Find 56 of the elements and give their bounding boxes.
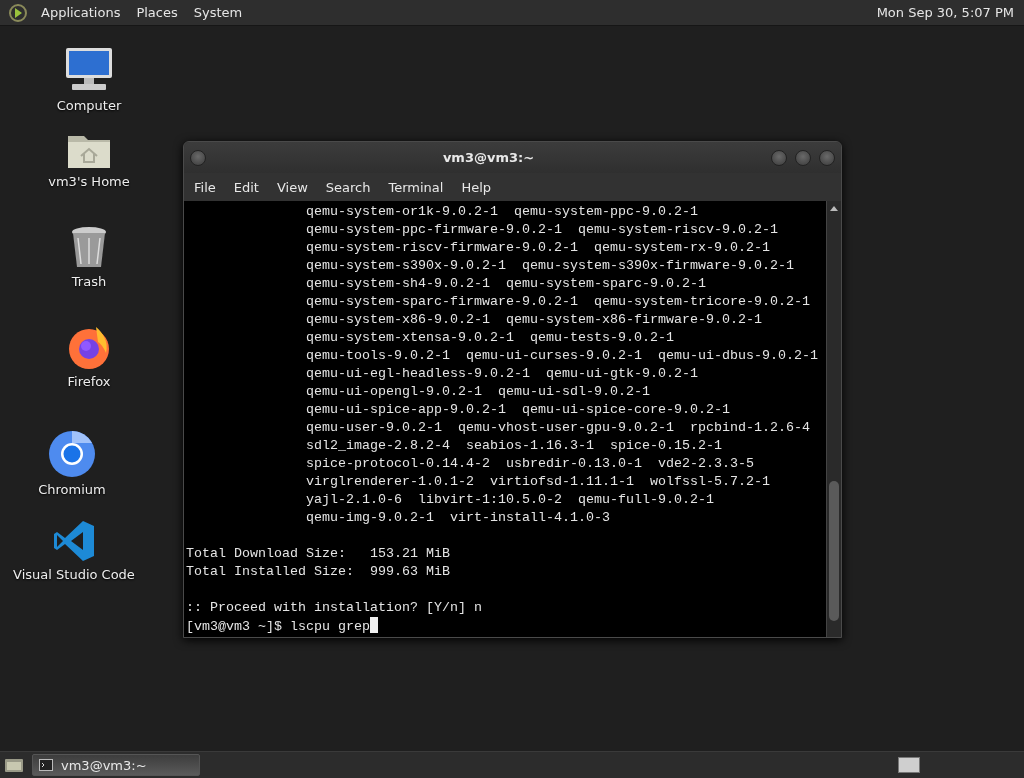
desktop-icon-label[interactable]: Visual Studio Code <box>13 567 135 582</box>
terminal-icon <box>39 759 53 771</box>
taskbar-button[interactable]: vm3@vm3:~ <box>32 754 200 776</box>
terminal-line: yajl-2.1.0-6 libvirt-1:10.5.0-2 qemu-full-9.0.2-1 <box>305 491 715 509</box>
scrollbar[interactable] <box>826 201 841 637</box>
close-button[interactable] <box>819 149 835 166</box>
desktop-icon-label[interactable]: Firefox <box>67 374 111 389</box>
menu-item[interactable]: Search <box>319 176 378 198</box>
terminal-prompt: [vm3@vm3 ~]$ lscpu grep <box>186 619 370 634</box>
terminal-line: qemu-system-sh4-9.0.2-1 qemu-system-sparc-9.0.2-1 <box>305 275 707 293</box>
terminal-line: qemu-system-s390x-9.0.2-1 qemu-system-s390x-firmware-9.0.2-1 <box>305 257 795 275</box>
window-title: vm3@vm3:~ <box>441 150 536 165</box>
firefox-icon <box>66 324 112 370</box>
chromium-icon <box>48 430 96 478</box>
terminal-line: qemu-system-xtensa-9.0.2-1 qemu-tests-9.0.2-1 <box>305 329 675 347</box>
menu-item[interactable]: Edit <box>227 176 266 198</box>
terminal-line: qemu-user-9.0.2-1 qemu-vhost-user-gpu-9.0.2-1 rpcbind-1.2.6-4 <box>305 419 811 437</box>
panel-menu[interactable]: Places <box>133 3 181 22</box>
distro-logo-icon[interactable] <box>8 2 28 23</box>
terminal-line: qemu-img-9.0.2-1 virt-install-4.1.0-3 <box>305 509 611 527</box>
desktop-icon-label[interactable]: Chromium <box>38 482 106 497</box>
terminal-line: qemu-ui-egl-headless-9.0.2-1 qemu-ui-gtk-9.0.2-1 <box>305 365 699 383</box>
window-menu-button[interactable] <box>190 149 206 166</box>
terminal-line: :: Proceed with installation? [Y/n] n <box>186 599 483 617</box>
terminal-line: qemu-system-or1k-9.0.2-1 qemu-system-ppc-9.0.2-1 <box>305 203 699 221</box>
terminal-line: qemu-system-ppc-firmware-9.0.2-1 qemu-system-riscv-9.0.2-1 <box>305 221 779 239</box>
terminal-line: qemu-ui-opengl-9.0.2-1 qemu-ui-sdl-9.0.2-1 <box>305 383 651 401</box>
clock[interactable]: Mon Sep 30, 5:07 PM <box>876 5 1016 20</box>
terminal-line: qemu-ui-spice-app-9.0.2-1 qemu-ui-spice-core-9.0.2-1 <box>305 401 731 419</box>
terminal-line: Total Download Size: 153.21 MiB <box>186 545 451 563</box>
desktop-icon-label[interactable]: Computer <box>56 98 122 113</box>
desktop-icon-label[interactable]: Trash <box>71 274 107 289</box>
menu-item[interactable]: View <box>270 176 315 198</box>
workspace-switcher[interactable] <box>898 757 920 773</box>
terminal-line: qemu-system-sparc-firmware-9.0.2-1 qemu-system-tricore-9.0.2-1 <box>305 293 811 311</box>
desktop-icon-label[interactable]: vm3's Home <box>48 174 130 189</box>
panel-menu[interactable]: System <box>190 3 246 22</box>
maximize-button[interactable] <box>795 149 811 166</box>
terminal-line: qemu-system-riscv-firmware-9.0.2-1 qemu-system-rx-9.0.2-1 <box>305 239 771 257</box>
vscode-icon <box>52 519 96 563</box>
scrollbar-thumb[interactable] <box>829 481 839 621</box>
trash-icon <box>70 226 108 270</box>
terminal-line: virglrenderer-1.0.1-2 virtiofsd-1.11.1-1 wolfssl-5.7.2-1 <box>305 473 771 491</box>
terminal-line: Total Installed Size: 999.63 MiB <box>186 563 451 581</box>
minimize-button[interactable] <box>771 149 787 166</box>
menu-item[interactable]: File <box>188 176 223 198</box>
terminal-line: qemu-system-x86-9.0.2-1 qemu-system-x86-firmware-9.0.2-1 <box>305 311 763 329</box>
text-cursor <box>369 617 378 633</box>
show-desktop-icon[interactable] <box>4 756 24 774</box>
scroll-up-arrow-icon[interactable] <box>829 204 839 212</box>
terminal-line: spice-protocol-0.14.4-2 usbredir-0.13.0-1 vde2-2.3.3-5 <box>305 455 755 473</box>
menu-item[interactable]: Terminal <box>382 176 451 198</box>
terminal-line: sdl2_image-2.8.2-4 seabios-1.16.3-1 spice-0.15.2-1 <box>305 437 723 455</box>
panel-menu[interactable]: Applications <box>38 3 124 22</box>
menu-item[interactable]: Help <box>455 176 499 198</box>
terminal-line: qemu-tools-9.0.2-1 qemu-ui-curses-9.0.2-1 qemu-ui-dbus-9.0.2-1 <box>305 347 819 365</box>
